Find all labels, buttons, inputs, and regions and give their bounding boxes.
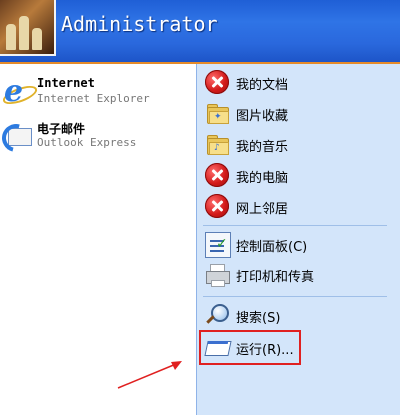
user-avatar[interactable] [0,0,56,56]
user-name: Administrator [61,12,218,36]
pinned-item-title: Internet [37,76,95,90]
run-highlight-box [199,330,301,365]
place-label: 我的音乐 [236,140,289,155]
printer-icon [205,262,230,287]
red-x-icon [205,194,229,218]
place-label: 搜索(S) [236,311,281,326]
pinned-item-internet[interactable]: e Internet Internet Explorer [0,70,196,116]
internet-explorer-icon: e [0,76,40,108]
place-label: 网上邻居 [236,202,289,217]
place-printers-faxes[interactable]: 打印机和传真 [205,260,395,288]
place-my-documents[interactable]: 我的文档 [205,68,395,96]
pinned-item-subtitle: Outlook Express [37,136,137,149]
outlook-express-icon [0,118,36,158]
separator [203,225,387,226]
place-network[interactable]: 网上邻居 [205,192,395,220]
folder-icon: ✦ [205,101,229,125]
search-icon [205,303,229,327]
pinned-item-title: 电子邮件 [37,122,86,136]
red-x-icon [205,163,229,187]
place-my-music[interactable]: ♪ 我的音乐 [205,130,395,158]
control-panel-icon: ✓ [205,232,231,258]
place-control-panel[interactable]: ✓ 控制面板(C) [205,230,395,258]
place-label: 我的电脑 [236,171,289,186]
place-label: 打印机和传真 [236,270,315,285]
place-my-computer[interactable]: 我的电脑 [205,161,395,189]
pinned-item-subtitle: Internet Explorer [37,92,150,105]
separator [203,296,387,297]
pinned-item-email[interactable]: 电子邮件 Outlook Express [0,114,196,160]
place-my-pictures[interactable]: ✦ 图片收藏 [205,99,395,127]
places-pane: 我的文档 ✦ 图片收藏 ♪ 我的音乐 我的电脑 网上邻居 ✓ 控制面板(C) 打… [196,64,400,415]
place-label: 图片收藏 [236,109,289,124]
start-menu-header: Administrator [0,0,400,64]
red-x-icon [205,70,229,94]
pinned-programs-pane: e Internet Internet Explorer 电子邮件 Outloo… [0,64,196,415]
folder-icon: ♪ [205,132,229,156]
place-search[interactable]: 搜索(S) [205,301,395,329]
place-label: 控制面板(C) [236,240,308,255]
place-label: 我的文档 [236,78,289,93]
